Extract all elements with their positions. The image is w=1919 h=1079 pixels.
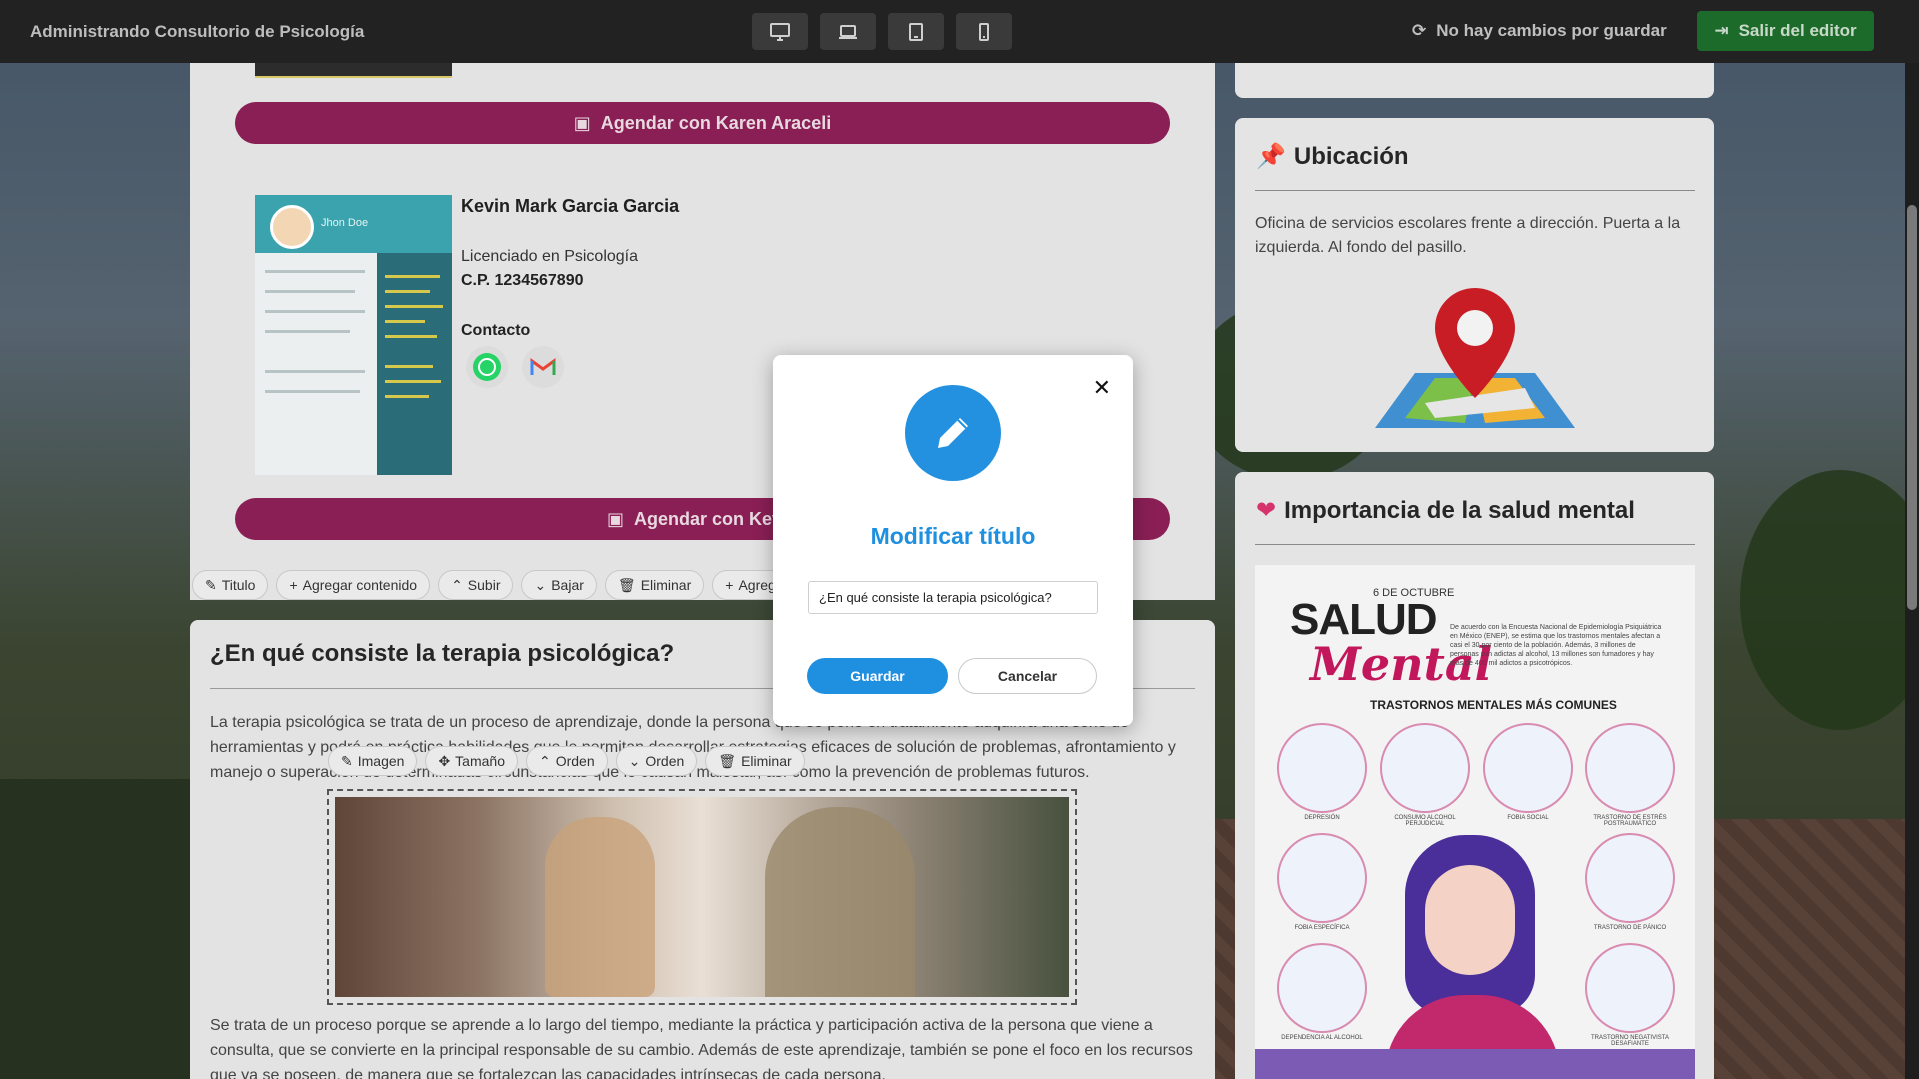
poster-subtitle: TRASTORNOS MENTALES MÁS COMUNES [1370, 698, 1617, 712]
change-image-button[interactable]: ✎ Imagen [328, 746, 418, 776]
laptop-icon [839, 24, 857, 39]
mental-health-poster: 6 DE OCTUBRE SALUD Mental De acuerdo con… [1255, 565, 1695, 1079]
delete-image-button[interactable]: 🗑 Eliminar [705, 746, 805, 776]
save-status: ⟳ No hay cambios por guardar [1412, 21, 1667, 41]
therapy-image-frame[interactable] [327, 789, 1077, 1005]
desktop-icon [770, 22, 790, 41]
section-toolbar: ✎ Titulo + Agregar contenido ⌃ Subir ⌄ Bajar… [192, 570, 789, 600]
tablet-icon [909, 22, 923, 41]
section-title: ¿En qué consiste la terapia psicológica? [210, 640, 675, 667]
whatsapp-icon [473, 353, 501, 381]
mobile-icon [979, 22, 989, 41]
pencil-icon [938, 418, 968, 448]
kevin-cv-image: Jhon Doe [255, 195, 452, 475]
calendar-icon: ▣ [573, 112, 591, 133]
close-icon[interactable]: ✕ [1093, 375, 1111, 401]
pencil-icon-circle [905, 385, 1001, 481]
sync-icon: ⟳ [1412, 21, 1427, 40]
trash-icon: 🗑 [617, 576, 636, 593]
modal-title: Modificar título [870, 523, 1036, 549]
map-pin-icon [1375, 288, 1575, 428]
edit-icon: ✎ [205, 576, 217, 593]
plus-icon: + [289, 577, 298, 593]
view-mode-switcher [752, 13, 1012, 50]
cancel-button[interactable]: Cancelar [958, 658, 1097, 694]
location-title: 📌 Ubicación [1256, 142, 1409, 171]
location-card: 📌 Ubicación Oficina de servicios escolar… [1235, 118, 1714, 452]
order-down-button[interactable]: ⌄ Orden [615, 746, 698, 776]
gmail-button[interactable] [522, 346, 564, 388]
chevron-up-icon: ⌃ [451, 576, 463, 593]
section-paragraph: Se trata de un proceso porque se aprende… [210, 1017, 1193, 1079]
order-up-button[interactable]: ⌃ Orden [525, 746, 608, 776]
delete-section-button[interactable]: 🗑 Eliminar [604, 570, 705, 600]
laptop-view-button[interactable] [820, 13, 876, 50]
resize-image-button[interactable]: ✥ Tamaño [425, 746, 518, 776]
poster-blurb: De acuerdo con la Encuesta Nacional de E… [1450, 624, 1662, 667]
editor-topbar: Administrando Consultorio de Psicología … [0, 0, 1919, 63]
location-text: Oficina de servicios escolares frente a … [1255, 215, 1681, 256]
gmail-icon [530, 358, 556, 375]
chevron-up-icon: ⌃ [538, 752, 551, 769]
avatar [270, 205, 314, 249]
desktop-view-button[interactable] [752, 13, 808, 50]
scrollbar-thumb[interactable] [1907, 205, 1917, 610]
pushpin-icon: 📌 [1256, 143, 1286, 170]
schedule-karen-label: Agendar con Karen Araceli [600, 112, 832, 133]
tablet-view-button[interactable] [888, 13, 944, 50]
divider [1255, 190, 1695, 191]
edit-title-button[interactable]: ✎ Titulo [192, 570, 269, 600]
chevron-down-icon: ⌄ [628, 752, 641, 769]
app-title: Administrando Consultorio de Psicología [30, 21, 365, 41]
image-toolbar: ✎ Imagen ✥ Tamaño ⌃ Orden ⌄ Orden 🗑 Eliminar [328, 746, 805, 776]
plus-icon: + [725, 577, 734, 593]
mobile-view-button[interactable] [956, 13, 1012, 50]
cv-image-partial [255, 63, 452, 78]
title-input[interactable] [808, 581, 1098, 614]
therapist-license: C.P. 1234567890 [461, 272, 584, 289]
chevron-down-icon: ⌄ [534, 576, 547, 593]
move-down-button[interactable]: ⌄ Bajar [521, 570, 597, 600]
sign-out-icon: ⇥ [1714, 21, 1729, 40]
therapist-degree: Licenciado en Psicología [461, 248, 639, 265]
exit-editor-label: Salir del editor [1738, 21, 1857, 40]
edit-title-modal: ✕ Modificar título Guardar Cancelar [773, 355, 1133, 726]
therapy-session-photo [335, 797, 1069, 997]
exit-editor-button[interactable]: ⇥ Salir del editor [1697, 11, 1874, 51]
mental-health-title: ❤ Importancia de la salud mental [1256, 496, 1635, 525]
calendar-icon: ▣ [606, 508, 624, 529]
divider [1255, 544, 1695, 545]
therapist-name: Kevin Mark Garcia Garcia [461, 196, 680, 216]
edit-icon: ✎ [341, 752, 353, 769]
whatsapp-button[interactable] [466, 346, 508, 388]
add-content-button[interactable]: + Agregar contenido [276, 570, 431, 600]
trash-icon: 🗑 [718, 752, 737, 769]
cv-name: Jhon Doe [321, 217, 369, 229]
contact-label: Contacto [461, 322, 531, 339]
heart-icon: ❤ [1256, 497, 1277, 524]
save-button[interactable]: Guardar [807, 658, 948, 694]
move-up-button[interactable]: ⌃ Subir [438, 570, 514, 600]
move-icon: ✥ [438, 752, 451, 769]
save-status-text: No hay cambios por guardar [1436, 21, 1667, 40]
schedule-karen-button[interactable]: ▣ Agendar con Karen Araceli [235, 102, 1170, 144]
